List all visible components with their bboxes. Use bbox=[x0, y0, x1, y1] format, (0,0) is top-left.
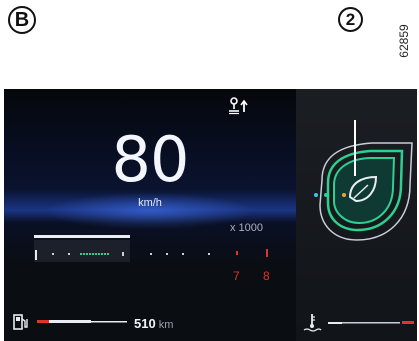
figure-label-badge: B bbox=[8, 6, 36, 34]
navigation-arrow-icon bbox=[229, 97, 248, 115]
tachometer-bar bbox=[34, 235, 268, 262]
coolant-hot-segment bbox=[402, 321, 414, 324]
fuel-gauge-track bbox=[91, 321, 127, 323]
instrument-cluster: 80 km/h x 1000 7 8 510 km bbox=[4, 89, 417, 341]
callout-leader-line bbox=[354, 120, 356, 176]
range-unit: km bbox=[158, 319, 174, 331]
reference-code-text: 62859 bbox=[397, 24, 411, 58]
figure-reference-code: 62859 bbox=[390, 10, 418, 72]
coolant-cold-segment bbox=[328, 322, 342, 324]
rpm-multiplier: x 1000 bbox=[230, 222, 264, 234]
fuel-level-fill bbox=[49, 320, 91, 323]
speed-unit: km/h bbox=[138, 197, 162, 209]
range-value: 510 bbox=[134, 316, 156, 331]
callout-badge-2: 2 bbox=[338, 7, 363, 32]
tacho-start-tick bbox=[35, 250, 37, 260]
fuel-gauge bbox=[37, 320, 127, 323]
range-readout: 510 km bbox=[134, 316, 173, 331]
eco-marker-cyan bbox=[314, 193, 318, 197]
fuel-low-segment bbox=[37, 320, 49, 323]
eco-marker-orange bbox=[342, 193, 346, 197]
tacho-redline-ticks bbox=[236, 249, 268, 257]
eco-marker-green bbox=[324, 193, 328, 197]
eco-indicator-graphic bbox=[314, 142, 413, 241]
fuel-pump-icon bbox=[13, 314, 28, 330]
tacho-band bbox=[34, 240, 130, 262]
speed-readout: 80 bbox=[111, 123, 190, 196]
coolant-temperature-icon bbox=[303, 314, 322, 332]
coolant-level-fill bbox=[342, 322, 400, 324]
manual-figure: B 62859 80 km/h x 1000 7 8 510 km 2 bbox=[0, 0, 419, 341]
tacho-label-7: 7 bbox=[233, 269, 240, 283]
tacho-highlight-bar bbox=[34, 235, 130, 238]
tacho-label-8: 8 bbox=[263, 269, 270, 283]
eco-outline-inner bbox=[333, 157, 396, 225]
coolant-gauge bbox=[328, 321, 414, 324]
